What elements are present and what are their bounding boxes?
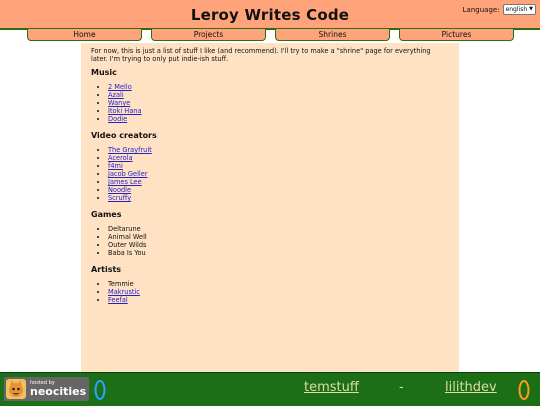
list-item: Baba Is You xyxy=(108,249,449,257)
list-item: Outer Wilds xyxy=(108,241,449,249)
music-link[interactable]: Azali xyxy=(108,91,124,99)
section-heading-games: Games xyxy=(91,210,122,219)
video-creator-link[interactable]: The Grayfruit xyxy=(108,146,152,154)
list-item: Makrustic xyxy=(108,288,449,296)
music-link[interactable]: Dodie xyxy=(108,115,127,123)
list-item: Jacob Geller xyxy=(108,170,449,178)
music-link[interactable]: Itoki Hana xyxy=(108,107,142,115)
language-select-value: english xyxy=(505,6,528,13)
webring-prev-link[interactable]: temstuff xyxy=(304,380,359,395)
cat-mascot-icon xyxy=(4,377,28,401)
chevron-down-icon: ▼ xyxy=(529,6,533,12)
games-list: Deltarune Animal Well Outer Wilds Baba I… xyxy=(91,225,449,257)
list-item: f4mi xyxy=(108,162,449,170)
list-item: 2 Mello xyxy=(108,83,449,91)
list-item: Temmie xyxy=(108,280,449,288)
blue-portal-icon xyxy=(94,380,106,400)
section-heading-video-creators: Video creators xyxy=(91,131,157,140)
list-item: Dodie xyxy=(108,115,449,123)
section-heading-music: Music xyxy=(91,68,117,77)
list-item: Azali xyxy=(108,91,449,99)
artist-link[interactable]: Feefal xyxy=(108,296,128,304)
neocities-badge[interactable]: hosted by neocities xyxy=(4,377,89,401)
language-picker: Language: english ▼ xyxy=(463,4,536,15)
site-title: Leroy Writes Code xyxy=(190,6,350,24)
music-link[interactable]: Wanye xyxy=(108,99,130,107)
video-creator-link[interactable]: Jacob Geller xyxy=(108,170,148,178)
nav-tab-pictures[interactable]: Pictures xyxy=(399,29,514,41)
nav-tab-projects[interactable]: Projects xyxy=(151,29,266,41)
list-item: James Lee xyxy=(108,178,449,186)
main-nav: Home Projects Shrines Pictures xyxy=(0,29,540,42)
language-select[interactable]: english ▼ xyxy=(502,4,536,15)
language-label: Language: xyxy=(462,5,500,14)
nav-tab-shrines[interactable]: Shrines xyxy=(275,29,390,41)
list-item: Feefal xyxy=(108,296,449,304)
video-creators-list: The Grayfruit Acerola f4mi Jacob Geller … xyxy=(91,146,449,202)
music-list: 2 Mello Azali Wanye Itoki Hana Dodie xyxy=(91,83,449,123)
site-header: Leroy Writes Code Language: english ▼ xyxy=(0,0,540,30)
webring-separator: - xyxy=(399,380,404,395)
music-link[interactable]: 2 Mello xyxy=(108,83,132,91)
list-item: Noodle xyxy=(108,186,449,194)
orange-portal-icon xyxy=(518,380,530,400)
video-creator-link[interactable]: Scruffy xyxy=(108,194,131,202)
content-panel: For now, this is just a list of stuff I … xyxy=(81,43,459,372)
video-creator-link[interactable]: James Lee xyxy=(108,178,142,186)
badge-brand-text: neocities xyxy=(30,385,87,398)
list-item: Wanye xyxy=(108,99,449,107)
webring-next-link[interactable]: lilithdev xyxy=(445,380,497,395)
list-item: Itoki Hana xyxy=(108,107,449,115)
video-creator-link[interactable]: Noodle xyxy=(108,186,131,194)
section-heading-artists: Artists xyxy=(91,265,122,274)
list-item: Acerola xyxy=(108,154,449,162)
list-item: Scruffy xyxy=(108,194,449,202)
video-creator-link[interactable]: f4mi xyxy=(108,162,123,170)
video-creator-link[interactable]: Acerola xyxy=(108,154,133,162)
intro-text: For now, this is just a list of stuff I … xyxy=(91,47,431,63)
nav-tab-home[interactable]: Home xyxy=(27,29,142,41)
list-item: The Grayfruit xyxy=(108,146,449,154)
artist-link[interactable]: Makrustic xyxy=(108,288,140,296)
artists-list: Temmie Makrustic Feefal xyxy=(91,280,449,304)
list-item: Animal Well xyxy=(108,233,449,241)
footer-bar: hosted by neocities temstuff - lilithdev xyxy=(0,372,540,406)
list-item: Deltarune xyxy=(108,225,449,233)
